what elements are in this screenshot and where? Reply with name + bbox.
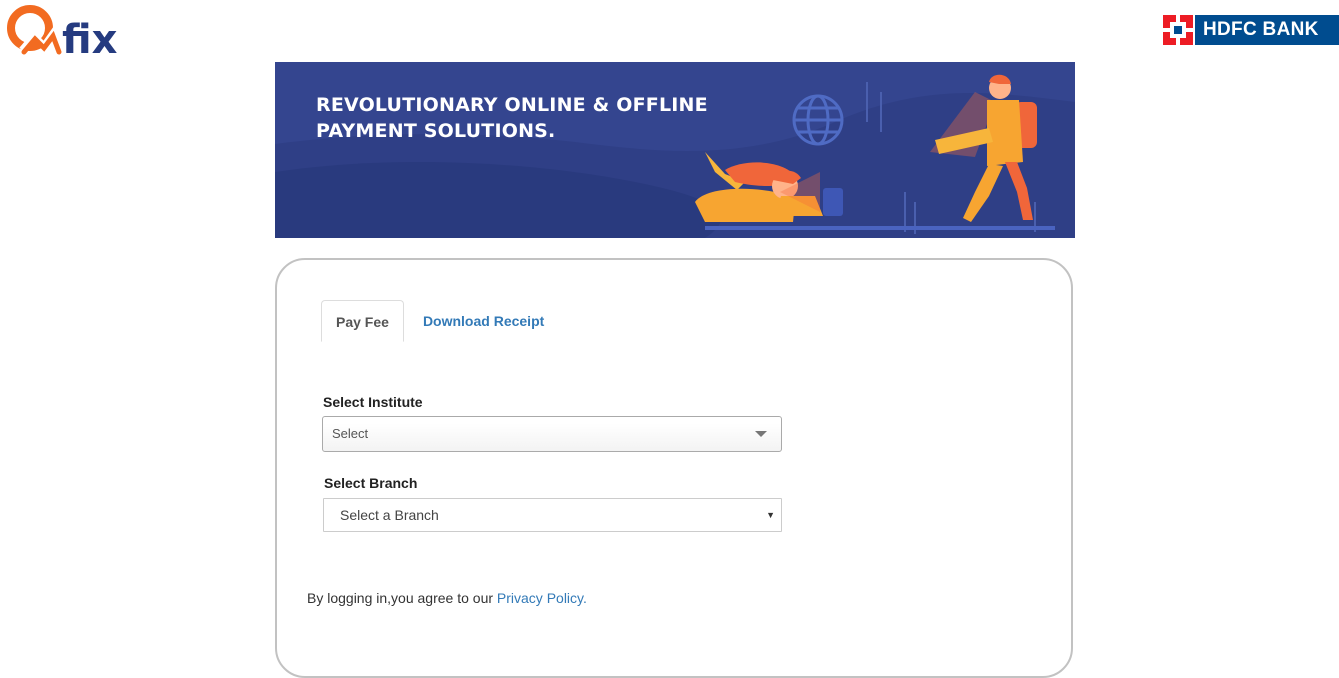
- qfix-logo[interactable]: fix: [4, 2, 128, 58]
- privacy-policy-link[interactable]: Privacy Policy.: [497, 590, 587, 606]
- tab-bar: Pay Fee Download Receipt: [321, 300, 558, 342]
- chevron-down-icon: [755, 431, 767, 437]
- branch-select-value: Select a Branch: [340, 507, 439, 523]
- tab-pay-fee[interactable]: Pay Fee: [321, 300, 404, 342]
- privacy-agreement: By logging in,you agree to our Privacy P…: [307, 590, 587, 606]
- qfix-logo-text: fix: [62, 17, 118, 58]
- caret-down-icon: ▼: [766, 510, 775, 520]
- promo-banner: REVOLUTIONARY ONLINE & OFFLINE PAYMENT S…: [275, 62, 1075, 238]
- banner-line-1: REVOLUTIONARY ONLINE & OFFLINE: [316, 94, 708, 116]
- institute-select[interactable]: Select: [322, 416, 782, 452]
- fee-payment-card: Pay Fee Download Receipt Select Institut…: [275, 258, 1073, 678]
- tab-download-receipt[interactable]: Download Receipt: [404, 300, 558, 342]
- institute-select-value: Select: [332, 426, 369, 441]
- hdfc-bank-logo[interactable]: HDFC BANK: [1163, 14, 1339, 46]
- hdfc-mark-icon: [1163, 15, 1193, 45]
- qfix-logo-graphic: fix: [7, 5, 118, 58]
- select-branch-label: Select Branch: [324, 475, 418, 491]
- banner-line-2: PAYMENT SOLUTIONS.: [316, 120, 556, 142]
- banner-illustration: [275, 62, 1075, 238]
- select-institute-label: Select Institute: [323, 394, 423, 410]
- agreement-text: By logging in,you agree to our: [307, 590, 497, 606]
- hdfc-logo-text: HDFC BANK: [1195, 15, 1339, 45]
- banner-headline: REVOLUTIONARY ONLINE & OFFLINE PAYMENT S…: [316, 92, 708, 144]
- branch-select[interactable]: Select a Branch ▼: [323, 498, 782, 532]
